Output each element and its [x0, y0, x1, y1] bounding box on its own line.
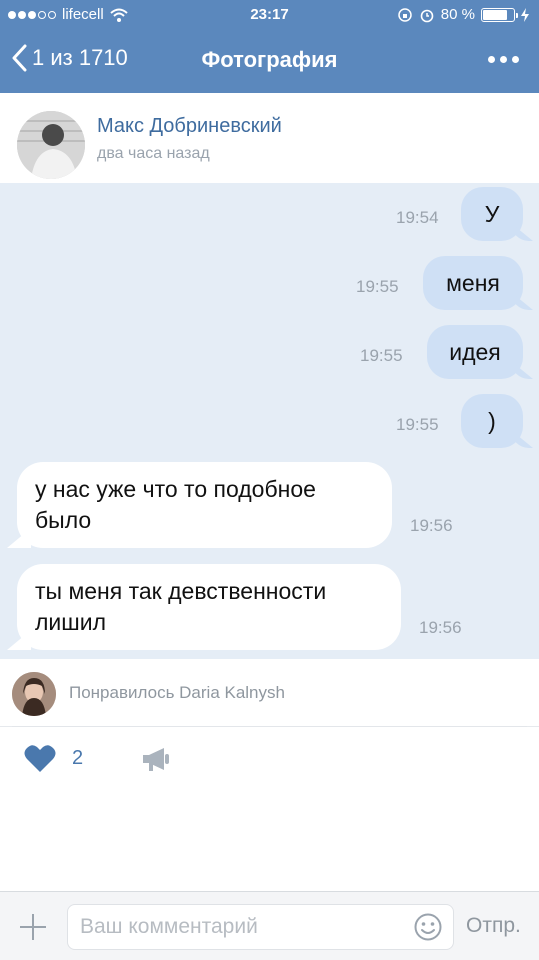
message-bubble-incoming: ты меня так девственности лишил	[17, 564, 401, 650]
megaphone-share-icon[interactable]	[140, 745, 172, 773]
navigation-bar: 1 из 1710 Фотография	[0, 30, 539, 93]
page-title: Фотография	[201, 47, 338, 72]
message-time: 19:55	[396, 415, 439, 434]
more-dots-icon[interactable]	[488, 56, 519, 63]
post-actions: 2	[0, 727, 539, 797]
author-avatar[interactable]	[17, 111, 85, 179]
rotation-lock-icon	[398, 7, 412, 22]
comment-input[interactable]	[67, 904, 454, 950]
message-time: 19:54	[396, 208, 439, 227]
author-name[interactable]: Макс Добриневский	[97, 115, 282, 138]
send-button[interactable]: Отпр.	[466, 914, 521, 938]
status-right: 80 %	[397, 6, 529, 23]
message-bubble-incoming: у нас уже что то подобное было	[17, 462, 392, 548]
header: lifecell 23:17 80 % 1 из 1710 Фотография	[0, 0, 539, 93]
message-bubble-outgoing: У	[461, 187, 523, 241]
status-bar: lifecell 23:17 80 %	[0, 0, 539, 30]
message-bubble-outgoing: меня	[423, 256, 523, 310]
charging-bolt-icon	[521, 7, 529, 22]
alarm-icon	[420, 9, 434, 22]
message-time: 19:55	[360, 346, 403, 365]
post-time: два часа назад	[97, 145, 210, 162]
heart-icon	[24, 745, 56, 772]
like-count: 2	[72, 746, 84, 769]
photo-content[interactable]: 19:54 У 19:55 меня 19:55 идея 19:55 ) у …	[0, 183, 539, 659]
battery-icon	[481, 7, 518, 22]
message-time: 19:56	[419, 618, 462, 637]
liked-by-row[interactable]: Понравилось Daria Kalnysh	[0, 659, 539, 727]
comment-bar: Отпр.	[0, 891, 539, 960]
message-time: 19:56	[410, 516, 453, 535]
liked-by-text: Понравилось Daria Kalnysh	[69, 683, 285, 702]
message-bubble-outgoing: )	[461, 394, 523, 448]
message-bubble-outgoing: идея	[427, 325, 523, 379]
emoji-icon[interactable]	[413, 912, 443, 942]
like-button[interactable]: 2	[24, 743, 83, 773]
add-attachment-icon[interactable]	[18, 912, 48, 942]
battery-percent: 80 %	[440, 6, 475, 23]
liker-avatar	[12, 672, 56, 716]
message-time: 19:55	[356, 277, 399, 296]
post-author-row: Макс Добриневский два часа назад	[0, 93, 539, 183]
